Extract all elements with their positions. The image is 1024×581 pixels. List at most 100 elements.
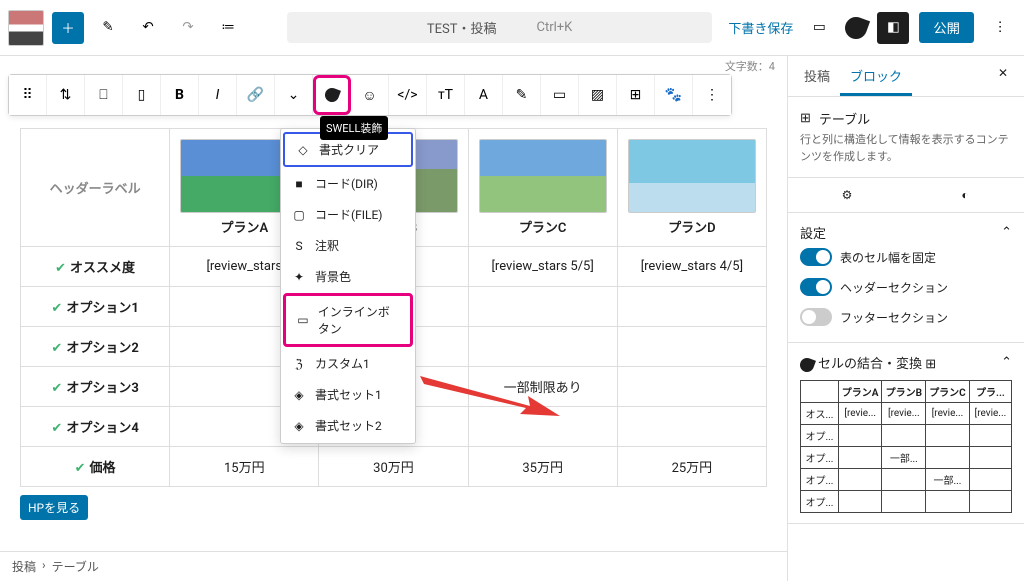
- close-sidebar-icon[interactable]: ✕: [988, 56, 1018, 96]
- link-icon[interactable]: 🔗: [237, 75, 275, 115]
- table-cell[interactable]: [468, 287, 617, 327]
- plan-header[interactable]: プランD: [617, 129, 766, 247]
- textsize-icon[interactable]: тT: [427, 75, 465, 115]
- mini-cell[interactable]: [882, 469, 926, 491]
- mini-cell[interactable]: [838, 469, 882, 491]
- mini-cell[interactable]: 一部...: [882, 447, 926, 469]
- bgcolor-icon[interactable]: ▨: [579, 75, 617, 115]
- mini-cell[interactable]: [revie...: [882, 403, 926, 425]
- cell-preview-table[interactable]: プランAプランBプランCプラ...オス...[revie...[revie...…: [800, 380, 1012, 513]
- emoji-icon[interactable]: ☺: [351, 75, 389, 115]
- toggle-switch[interactable]: [800, 308, 832, 326]
- publish-button[interactable]: 公開: [919, 12, 974, 43]
- tab-post[interactable]: 投稿: [794, 56, 840, 96]
- mini-cell[interactable]: [926, 425, 970, 447]
- swell-logo-icon[interactable]: [842, 13, 870, 41]
- mini-header-cell[interactable]: プランB: [882, 381, 926, 403]
- dropdown-item[interactable]: ✦背景色: [281, 261, 415, 292]
- mini-cell[interactable]: [882, 425, 926, 447]
- mini-cell[interactable]: オス...: [801, 403, 839, 425]
- mini-cell[interactable]: [926, 447, 970, 469]
- dropdown-item[interactable]: ℨカスタム1: [281, 348, 415, 379]
- mini-cell[interactable]: [838, 447, 882, 469]
- highlight-icon[interactable]: ✎: [503, 75, 541, 115]
- toggle-switch[interactable]: [800, 278, 832, 296]
- outline-button[interactable]: ≔: [212, 12, 244, 44]
- mini-cell[interactable]: [969, 491, 1011, 513]
- mini-cell[interactable]: [969, 447, 1011, 469]
- cell-merge-header[interactable]: セルの結合・変換 ⊞⌃: [800, 353, 1012, 372]
- settings-sidebar-toggle[interactable]: ◧: [877, 12, 909, 44]
- table-cell[interactable]: [617, 367, 766, 407]
- settings-section-header[interactable]: 設定⌃: [800, 223, 1012, 242]
- mini-cell[interactable]: [969, 469, 1011, 491]
- table-cell[interactable]: 15万円: [170, 447, 319, 487]
- mini-cell[interactable]: [revie...: [838, 403, 882, 425]
- mini-cell[interactable]: [882, 491, 926, 513]
- dropdown-item[interactable]: ◈書式セット1: [281, 379, 415, 410]
- mini-header-cell[interactable]: プランC: [926, 381, 970, 403]
- border-icon[interactable]: ▭: [541, 75, 579, 115]
- mini-cell[interactable]: [838, 425, 882, 447]
- mini-cell[interactable]: [926, 491, 970, 513]
- italic-icon[interactable]: I: [199, 75, 237, 115]
- redo-button[interactable]: ↷: [172, 12, 204, 44]
- table-cell[interactable]: [review_stars 4/5]: [617, 247, 766, 287]
- plan-header[interactable]: プランC: [468, 129, 617, 247]
- document-title-bar[interactable]: TEST・投稿 Ctrl+K: [287, 12, 712, 43]
- table-cell[interactable]: [617, 327, 766, 367]
- breadcrumb[interactable]: 投稿 › テーブル: [0, 551, 787, 581]
- row-label-cell[interactable]: ✔オプション1: [21, 287, 170, 327]
- more-menu-button[interactable]: ⋮: [984, 12, 1016, 44]
- header-label-cell[interactable]: ヘッダーラベル: [21, 129, 170, 247]
- settings-subtab-icon[interactable]: ⚙: [788, 178, 906, 212]
- handle-icon[interactable]: ⠿: [9, 75, 47, 115]
- table-cell[interactable]: 25万円: [617, 447, 766, 487]
- table-cell[interactable]: [review_stars 5/5]: [468, 247, 617, 287]
- table-cell[interactable]: [617, 407, 766, 447]
- paw-icon[interactable]: 🐾: [655, 75, 693, 115]
- code-icon[interactable]: </>: [389, 75, 427, 115]
- mini-cell[interactable]: 一部...: [926, 469, 970, 491]
- row-label-cell[interactable]: ✔オプション2: [21, 327, 170, 367]
- bold-icon[interactable]: B: [161, 75, 199, 115]
- column-icon[interactable]: ▯: [123, 75, 161, 115]
- mini-header-cell[interactable]: プラ...: [969, 381, 1011, 403]
- mini-cell[interactable]: [revie...: [926, 403, 970, 425]
- more-icon[interactable]: ⋮: [693, 75, 731, 115]
- edit-mode-button[interactable]: ✎: [92, 12, 124, 44]
- swell-icon[interactable]: [313, 75, 351, 115]
- preview-desktop-icon[interactable]: ▭: [803, 12, 835, 44]
- dropdown-item[interactable]: ▭インラインボタン: [283, 293, 413, 347]
- mini-cell[interactable]: オプ...: [801, 447, 839, 469]
- mini-cell[interactable]: オプ...: [801, 469, 839, 491]
- mini-cell[interactable]: オプ...: [801, 491, 839, 513]
- dropdown-item[interactable]: S注釈: [281, 230, 415, 261]
- chevron-down-icon[interactable]: ⌄: [275, 75, 313, 115]
- tab-block[interactable]: ブロック: [840, 56, 912, 96]
- dropdown-item[interactable]: ■コード(DIR): [281, 168, 415, 199]
- row-label-cell[interactable]: ✔オススメ度: [21, 247, 170, 287]
- row-label-cell[interactable]: ✔価格: [21, 447, 170, 487]
- styles-subtab-icon[interactable]: ◐: [906, 178, 1024, 212]
- mini-header-cell[interactable]: [801, 381, 839, 403]
- mini-cell[interactable]: オプ...: [801, 425, 839, 447]
- table-cell[interactable]: [617, 287, 766, 327]
- table-cell[interactable]: 35万円: [468, 447, 617, 487]
- mini-cell[interactable]: [838, 491, 882, 513]
- dropdown-item[interactable]: ◈書式セット2: [281, 410, 415, 441]
- mini-cell[interactable]: [969, 425, 1011, 447]
- undo-button[interactable]: ↶: [132, 12, 164, 44]
- table-cell[interactable]: 30万円: [319, 447, 468, 487]
- add-block-button[interactable]: ＋: [52, 12, 84, 44]
- fontcolor-icon[interactable]: A: [465, 75, 503, 115]
- grid-icon[interactable]: ⊞: [617, 75, 655, 115]
- toggle-switch[interactable]: [800, 248, 832, 266]
- save-draft-link[interactable]: 下書き保存: [728, 18, 793, 37]
- hp-link-chip[interactable]: HPを見る: [20, 495, 88, 520]
- drag-icon[interactable]: ⇅: [47, 75, 85, 115]
- mini-cell[interactable]: [revie...: [969, 403, 1011, 425]
- dropdown-item[interactable]: ▢コード(FILE): [281, 199, 415, 230]
- row-label-cell[interactable]: ✔オプション4: [21, 407, 170, 447]
- row-label-cell[interactable]: ✔オプション3: [21, 367, 170, 407]
